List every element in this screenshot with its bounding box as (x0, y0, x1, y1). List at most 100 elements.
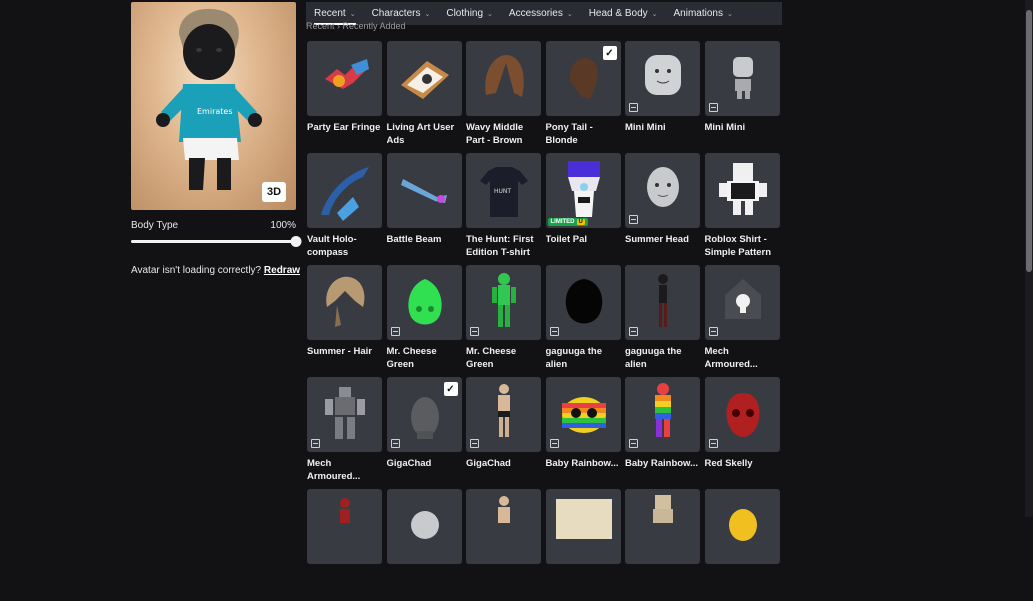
item-card[interactable]: ✓ Pony Tail - Blonde (545, 41, 621, 153)
item-card[interactable] (625, 489, 700, 601)
item-card[interactable]: Battle Beam (386, 153, 462, 265)
body-type-slider[interactable] (131, 236, 302, 247)
item-card[interactable]: Mech Armoured... (307, 377, 382, 489)
item-card[interactable]: Summer Head (625, 153, 700, 265)
item-name: Mr. Cheese Green (386, 346, 437, 370)
body-type-label: Body Type (131, 220, 179, 231)
tshirt-icon[interactable]: HUNT (466, 153, 541, 228)
bundle-icon (708, 439, 718, 448)
blocky-figure-icon[interactable] (625, 489, 700, 564)
item-card[interactable]: Wavy Middle Part - Brown (466, 41, 541, 153)
tab-animations[interactable]: Animations ⌄ (666, 2, 741, 25)
tab-clothing[interactable]: Clothing ⌄ (438, 2, 501, 25)
item-name: Roblox Shirt - Simple Pattern (704, 234, 772, 258)
ponytail-icon[interactable]: ✓ (545, 41, 621, 116)
roblox-shirt-icon[interactable] (704, 153, 780, 228)
tab-accessories[interactable]: Accessories ⌄ (501, 2, 581, 25)
beige-block-icon[interactable] (545, 489, 621, 564)
item-card[interactable]: GigaChad (466, 377, 541, 489)
summer-hair-icon[interactable] (307, 265, 382, 340)
chevron-down-icon: ⌄ (566, 10, 573, 18)
summer-head-icon[interactable] (625, 153, 700, 228)
red-figure-icon[interactable] (307, 489, 382, 564)
bundle-icon (708, 103, 718, 112)
item-card[interactable] (704, 489, 780, 601)
item-name: Red Skelly (704, 458, 753, 469)
item-card[interactable]: Baby Rainbow... (545, 377, 621, 489)
svg-text:HUNT: HUNT (494, 188, 511, 195)
limited-label: LIMITED (550, 219, 575, 225)
yellow-egg-icon[interactable] (704, 489, 780, 564)
grey-head-icon[interactable] (386, 489, 462, 564)
bundle-icon (629, 439, 638, 448)
item-card[interactable]: gaguuga the alien (625, 265, 700, 377)
rainbow-body-icon[interactable] (625, 377, 700, 452)
mech-body-icon[interactable] (307, 377, 382, 452)
party-ear-fringe-icon[interactable] (307, 41, 382, 116)
toilet-pal-icon[interactable]: LIMITED U (545, 153, 621, 228)
item-card[interactable]: ✓ GigaChad (386, 377, 462, 489)
item-card[interactable]: HUNT The Hunt: First Edition T-shirt (466, 153, 541, 265)
scrollbar-thumb[interactable] (1026, 10, 1032, 272)
tab-head-body[interactable]: Head & Body ⌄ (581, 2, 666, 25)
view-3d-button[interactable]: 3D (262, 182, 286, 202)
item-name (546, 569, 621, 595)
holo-compass-icon[interactable] (307, 153, 382, 228)
item-name (307, 569, 382, 595)
bundle-icon (708, 327, 718, 336)
item-name (466, 569, 541, 595)
item-card[interactable] (307, 489, 382, 601)
item-card[interactable]: Party Ear Fringe (307, 41, 382, 153)
item-card[interactable] (386, 489, 462, 601)
chevron-down-icon: ⌄ (726, 10, 733, 18)
item-card[interactable]: Baby Rainbow... (625, 377, 700, 489)
item-card[interactable]: Mr. Cheese Green (386, 265, 462, 377)
alien-head-icon[interactable] (545, 265, 621, 340)
item-name (705, 569, 780, 595)
item-name: Mr. Cheese Green (466, 346, 517, 370)
mini-body-icon[interactable] (704, 41, 780, 116)
alien-body-icon[interactable] (625, 265, 700, 340)
item-name: GigaChad (466, 458, 511, 469)
avatar-preview[interactable]: Emirates 3D (131, 2, 296, 210)
checkmark-icon[interactable]: ✓ (443, 382, 458, 396)
body-type-row: Body Type 100% (131, 220, 296, 231)
item-name (625, 569, 700, 595)
breadcrumb: Recent › Recently Added (306, 21, 406, 31)
red-skull-icon[interactable] (704, 377, 780, 452)
tab-label: Clothing (446, 8, 484, 19)
rainbow-head-icon[interactable] (545, 377, 621, 452)
item-name: Baby Rainbow... (625, 458, 699, 469)
redraw-link[interactable]: Redraw (264, 265, 300, 276)
item-card[interactable]: Red Skelly (704, 377, 780, 489)
battle-beam-icon[interactable] (386, 153, 462, 228)
item-card[interactable]: Summer - Hair (307, 265, 382, 377)
bundle-icon (311, 439, 320, 448)
mini-head-icon[interactable] (625, 41, 700, 116)
wavy-hair-icon[interactable] (466, 41, 541, 116)
item-card[interactable]: gaguuga the alien (545, 265, 621, 377)
cheese-head-icon[interactable] (386, 265, 462, 340)
item-card[interactable]: Mini Mini (704, 41, 780, 153)
item-card[interactable] (545, 489, 621, 601)
cheese-body-icon[interactable] (466, 265, 541, 340)
mech-head-icon[interactable] (704, 265, 780, 340)
item-card[interactable]: Mr. Cheese Green (466, 265, 541, 377)
gigachad-body-icon[interactable] (466, 377, 541, 452)
item-name: Party Ear Fringe (307, 122, 381, 133)
item-card[interactable]: Vault Holo-compass (307, 153, 382, 265)
scrollbar[interactable] (1025, 0, 1033, 517)
living-art-icon[interactable] (386, 41, 462, 116)
chevron-down-icon: ⌄ (424, 10, 431, 18)
checkmark-icon[interactable]: ✓ (602, 46, 617, 60)
item-card[interactable]: LIMITED U Toilet Pal (545, 153, 621, 265)
tan-figure-icon[interactable] (466, 489, 541, 564)
gigachad-head-icon[interactable]: ✓ (386, 377, 462, 452)
item-card[interactable]: Mini Mini (625, 41, 700, 153)
item-card[interactable] (466, 489, 541, 601)
tab-label: Animations (673, 8, 723, 19)
item-card[interactable]: Roblox Shirt - Simple Pattern (704, 153, 780, 265)
body-type-slider-thumb[interactable] (290, 236, 302, 247)
item-card[interactable]: Mech Armoured... (704, 265, 780, 377)
item-card[interactable]: Living Art User Ads (386, 41, 462, 153)
